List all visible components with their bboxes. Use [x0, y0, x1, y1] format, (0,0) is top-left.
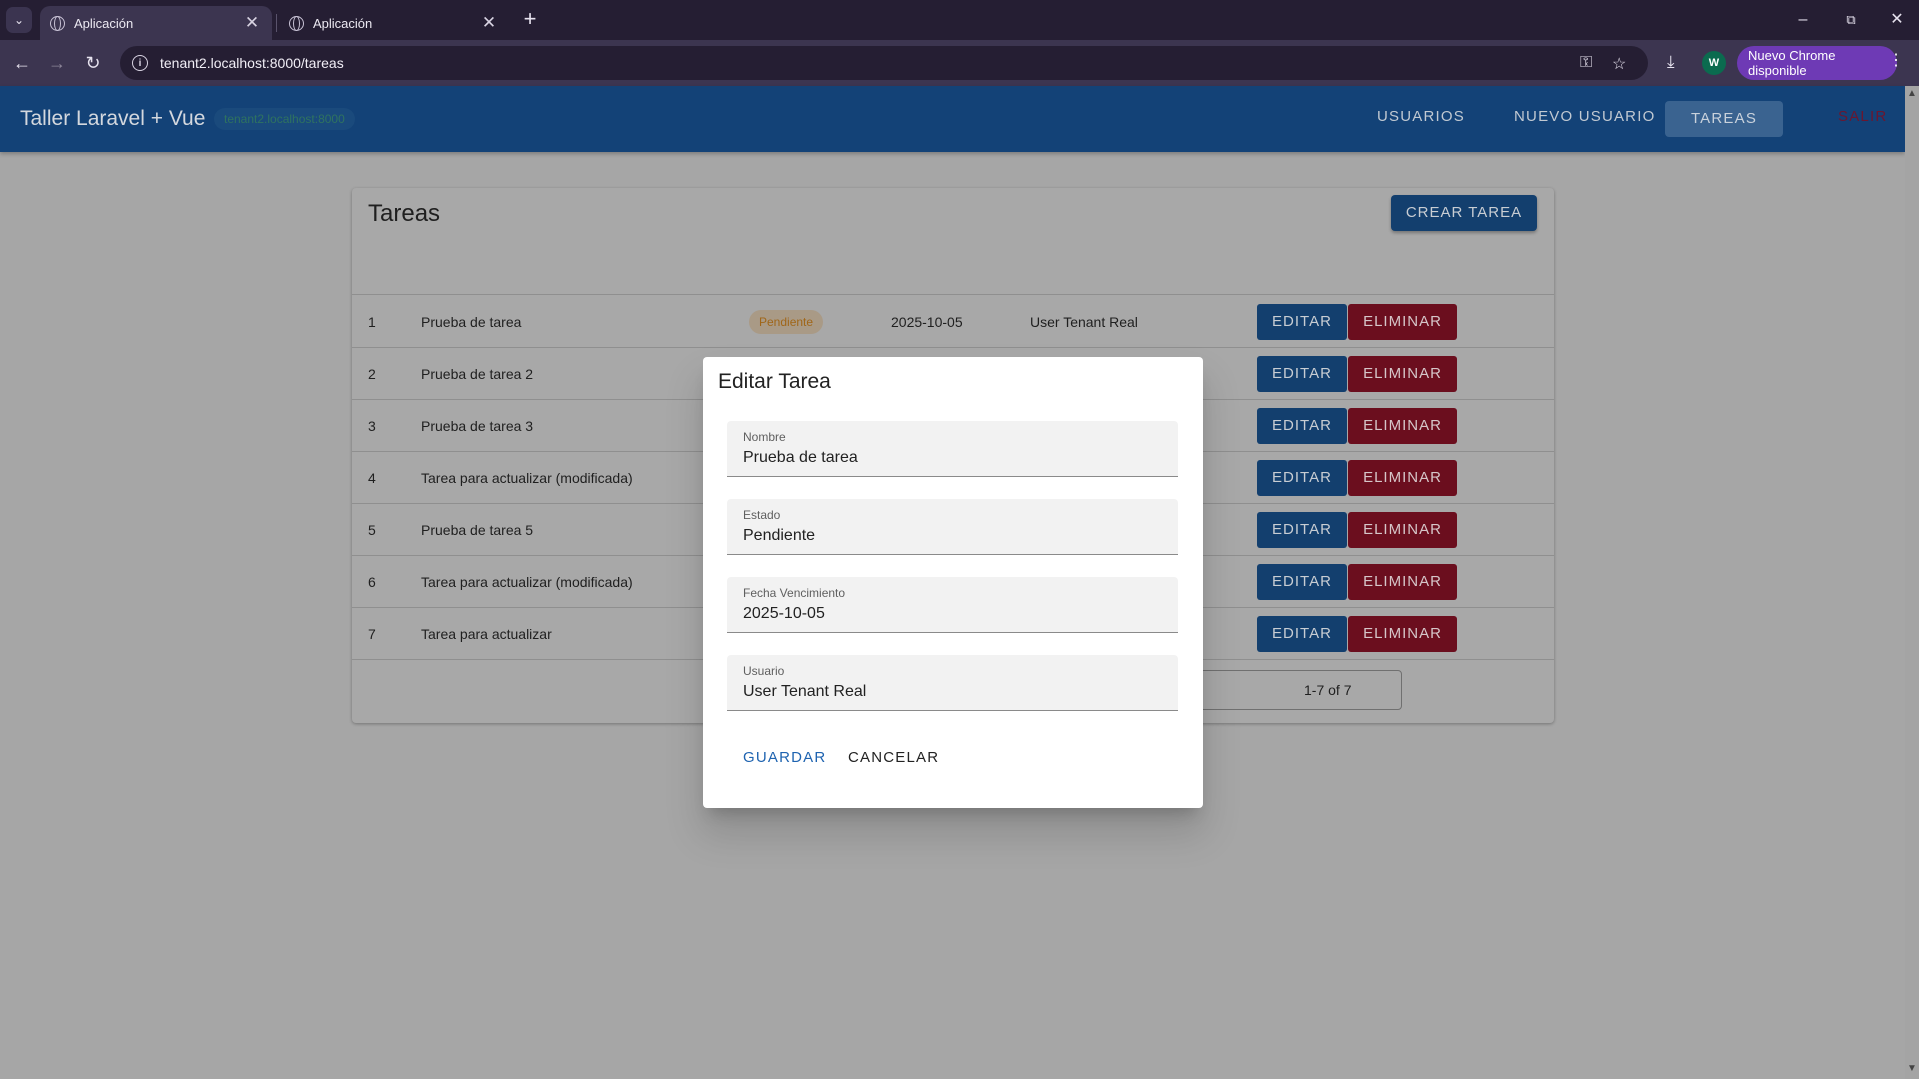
- tab-search-chevron-icon[interactable]: ⌄: [6, 7, 32, 33]
- delete-button[interactable]: Eliminar: [1348, 356, 1457, 392]
- reload-icon[interactable]: ↻: [80, 50, 106, 76]
- task-name: Prueba de tarea 5: [421, 522, 534, 538]
- task-id: 2: [368, 366, 376, 382]
- task-id: 4: [368, 470, 376, 486]
- download-icon[interactable]: ⤓: [1667, 52, 1675, 72]
- delete-button[interactable]: Eliminar: [1348, 460, 1457, 496]
- nav-tareas[interactable]: Tareas: [1665, 101, 1783, 137]
- task-name: Tarea para actualizar (modificada): [421, 574, 633, 590]
- edit-task-dialog: Editar Tarea Nombre Prueba de tarea Esta…: [703, 357, 1203, 808]
- delete-button[interactable]: Eliminar: [1348, 564, 1457, 600]
- table-header: [352, 243, 1554, 295]
- page-scrollbar[interactable]: [1905, 86, 1919, 1079]
- task-name: Tarea para actualizar (modificada): [421, 470, 633, 486]
- field-value: User Tenant Real: [743, 683, 867, 700]
- save-button[interactable]: Guardar: [743, 749, 826, 766]
- fecha-vencimiento-field[interactable]: Fecha Vencimiento 2025-10-05: [727, 577, 1178, 633]
- tenant-chip: tenant2.localhost:8000: [214, 108, 355, 130]
- field-value: Pendiente: [743, 527, 816, 544]
- task-id: 6: [368, 574, 376, 590]
- back-arrow-icon[interactable]: ←: [9, 50, 35, 76]
- status-badge: Pendiente: [749, 310, 824, 334]
- edit-button[interactable]: Editar: [1257, 408, 1347, 444]
- browser-toolbar: ← → ↻ i tenant2.localhost:8000/tareas ⚿ …: [0, 40, 1919, 86]
- field-label: Estado: [743, 508, 781, 522]
- nav-usuarios[interactable]: Usuarios: [1377, 108, 1465, 125]
- task-id: 5: [368, 522, 376, 538]
- scroll-down-arrow-icon[interactable]: ▼: [1905, 1063, 1919, 1074]
- field-value: Prueba de tarea: [743, 449, 858, 466]
- app-title: Taller Laravel + Vue: [20, 107, 206, 130]
- edit-button[interactable]: Editar: [1257, 304, 1347, 340]
- delete-button[interactable]: Eliminar: [1348, 408, 1457, 444]
- tab-title: Aplicación: [313, 15, 373, 31]
- task-id: 7: [368, 626, 376, 642]
- kebab-menu-icon[interactable]: ⋮: [1888, 50, 1904, 70]
- scroll-up-arrow-icon[interactable]: ▲: [1905, 88, 1919, 99]
- task-id: 3: [368, 418, 376, 434]
- create-task-button[interactable]: Crear Tarea: [1391, 195, 1537, 231]
- url-text: tenant2.localhost:8000/tareas: [160, 55, 344, 71]
- browser-tab-active[interactable]: Aplicación ✕: [40, 6, 272, 40]
- edit-button[interactable]: Editar: [1257, 564, 1347, 600]
- chrome-update-button[interactable]: Nuevo Chrome disponible: [1737, 46, 1897, 80]
- close-window-icon[interactable]: ✕: [1882, 8, 1912, 32]
- task-name: Tarea para actualizar: [421, 626, 552, 642]
- edit-button[interactable]: Editar: [1257, 460, 1347, 496]
- minimize-icon[interactable]: –: [1788, 8, 1818, 32]
- password-key-icon[interactable]: ⚿: [1580, 54, 1592, 72]
- delete-button[interactable]: Eliminar: [1348, 304, 1457, 340]
- globe-icon: [289, 15, 304, 31]
- task-name: Prueba de tarea 3: [421, 418, 534, 434]
- task-id: 1: [368, 314, 376, 330]
- site-info-icon[interactable]: i: [132, 55, 148, 71]
- close-tab-icon[interactable]: ✕: [242, 13, 262, 33]
- task-name: Prueba de tarea: [421, 314, 522, 330]
- restore-icon[interactable]: ⧉: [1836, 8, 1866, 32]
- edit-button[interactable]: Editar: [1257, 616, 1347, 652]
- task-name: Prueba de tarea 2: [421, 366, 534, 382]
- nombre-field[interactable]: Nombre Prueba de tarea: [727, 421, 1178, 477]
- estado-field[interactable]: Estado Pendiente: [727, 499, 1178, 555]
- browser-tab-inactive[interactable]: Aplicación ✕: [279, 6, 509, 40]
- dialog-title: Editar Tarea: [718, 370, 831, 393]
- globe-icon: [50, 15, 65, 31]
- pagination-text: 1-7 of 7: [1304, 682, 1352, 698]
- task-user: User Tenant Real: [1030, 314, 1138, 330]
- forward-arrow-icon[interactable]: →: [44, 50, 70, 76]
- field-label: Nombre: [743, 430, 786, 444]
- app-header: Taller Laravel + Vue tenant2.localhost:8…: [0, 86, 1905, 152]
- field-label: Fecha Vencimiento: [743, 586, 846, 600]
- nav-salir[interactable]: Salir: [1838, 108, 1887, 125]
- address-bar[interactable]: i tenant2.localhost:8000/tareas ⚿ ☆: [120, 46, 1648, 80]
- field-label: Usuario: [743, 664, 785, 678]
- new-tab-plus-icon[interactable]: +: [518, 8, 542, 32]
- profile-avatar[interactable]: W: [1702, 51, 1726, 75]
- field-value: 2025-10-05: [743, 605, 825, 622]
- task-due-date: 2025-10-05: [891, 314, 963, 330]
- cancel-button[interactable]: Cancelar: [848, 749, 939, 766]
- nav-nuevo-usuario[interactable]: Nuevo Usuario: [1514, 108, 1655, 125]
- edit-button[interactable]: Editar: [1257, 512, 1347, 548]
- delete-button[interactable]: Eliminar: [1348, 616, 1457, 652]
- edit-button[interactable]: Editar: [1257, 356, 1347, 392]
- usuario-field[interactable]: Usuario User Tenant Real: [727, 655, 1178, 711]
- browser-tabstrip: ⌄ Aplicación ✕ Aplicación ✕ + – ⧉ ✕: [0, 0, 1919, 40]
- delete-button[interactable]: Eliminar: [1348, 512, 1457, 548]
- bookmark-star-icon[interactable]: ☆: [1612, 54, 1626, 74]
- tab-title: Aplicación: [74, 15, 134, 31]
- tab-separator: [276, 14, 277, 32]
- page-title: Tareas: [368, 200, 441, 227]
- close-tab-icon[interactable]: ✕: [479, 13, 499, 33]
- table-row: 1 Prueba de tarea Pendiente 2025-10-05 U…: [352, 296, 1554, 348]
